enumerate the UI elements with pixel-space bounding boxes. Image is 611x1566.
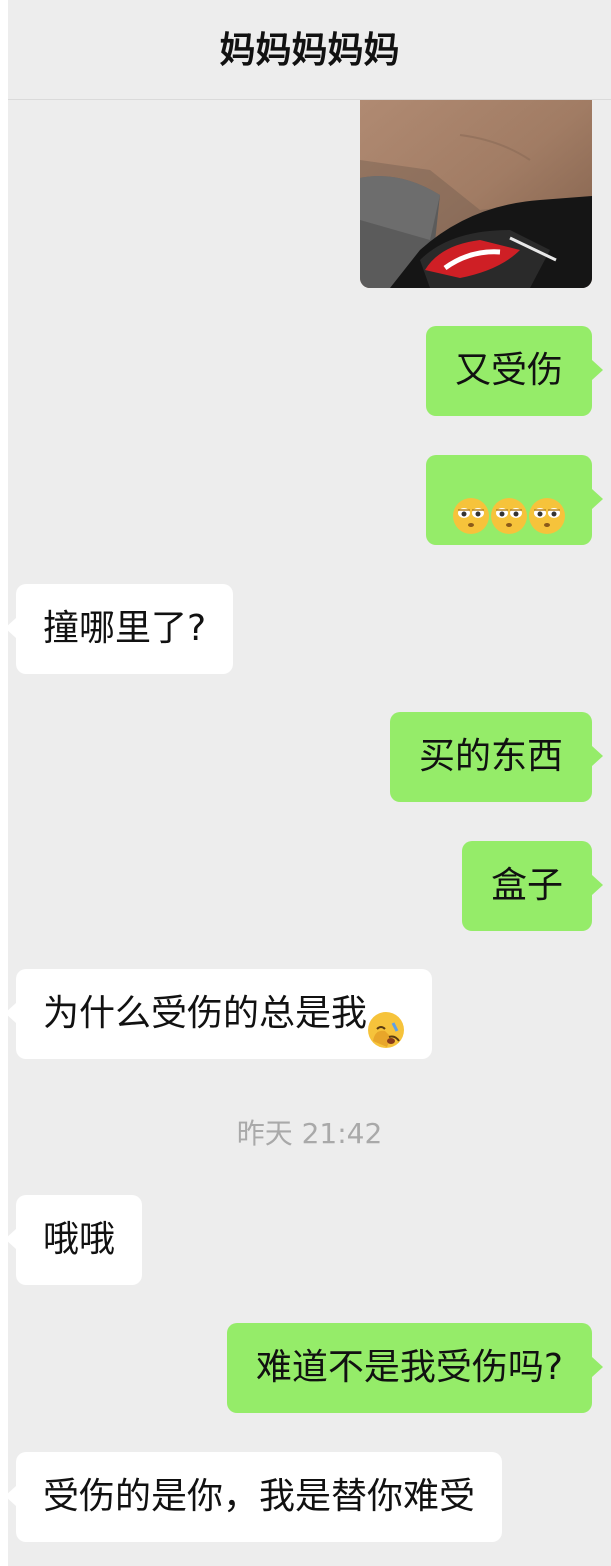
bubble-tail xyxy=(5,1229,16,1249)
bubble-tail xyxy=(592,875,603,895)
message-bubble-sent[interactable]: 难道不是我受伤吗? xyxy=(226,1323,592,1413)
message-bubble-sent[interactable]: 又受伤 xyxy=(425,326,592,416)
message-text: 盒子 xyxy=(490,865,563,906)
message-text: 受伤的是你，我是替你难受 xyxy=(43,1476,476,1517)
message-text: 哦哦 xyxy=(43,1219,116,1260)
flushed-eyes-emoji xyxy=(490,479,528,534)
message-text: 难道不是我受伤吗? xyxy=(255,1347,563,1388)
photo-message[interactable] xyxy=(360,100,592,288)
bubble-tail xyxy=(592,489,603,509)
message-bubble-sent[interactable]: 盒子 xyxy=(461,841,592,931)
message-bubble-received[interactable]: 撞哪里了? xyxy=(16,584,234,674)
face-palm-emoji xyxy=(367,993,405,1048)
chat-screen: 妈妈妈妈妈 又受伤 撞哪里了? 买的东西 盒子 为什么受伤的总是我 昨天 21:… xyxy=(0,0,611,1566)
message-bubble-sent[interactable] xyxy=(426,455,592,545)
bubble-tail xyxy=(592,746,603,766)
flushed-eyes-emoji xyxy=(528,479,566,534)
timestamp: 昨天 21:42 xyxy=(236,1117,383,1150)
bubble-tail xyxy=(592,1357,603,1377)
chat-header: 妈妈妈妈妈 xyxy=(8,0,611,100)
bubble-tail xyxy=(592,360,603,380)
message-bubble-sent[interactable]: 买的东西 xyxy=(389,712,592,802)
bubble-tail xyxy=(5,1003,16,1023)
message-bubble-received[interactable]: 受伤的是你，我是替你难受 xyxy=(16,1452,503,1542)
message-text: 为什么受伤的总是我 xyxy=(43,993,368,1034)
message-bubble-received[interactable]: 哦哦 xyxy=(16,1195,143,1285)
flushed-eyes-emoji xyxy=(452,479,490,534)
bubble-tail xyxy=(5,618,16,638)
photo-image xyxy=(360,100,592,288)
message-text: 买的东西 xyxy=(418,736,563,777)
message-bubble-received[interactable]: 为什么受伤的总是我 xyxy=(16,969,433,1059)
left-edge-strip xyxy=(0,0,8,1566)
chat-title: 妈妈妈妈妈 xyxy=(219,30,400,71)
message-text: 撞哪里了? xyxy=(43,608,207,649)
bubble-tail xyxy=(5,1486,16,1506)
message-text: 又受伤 xyxy=(454,350,563,391)
